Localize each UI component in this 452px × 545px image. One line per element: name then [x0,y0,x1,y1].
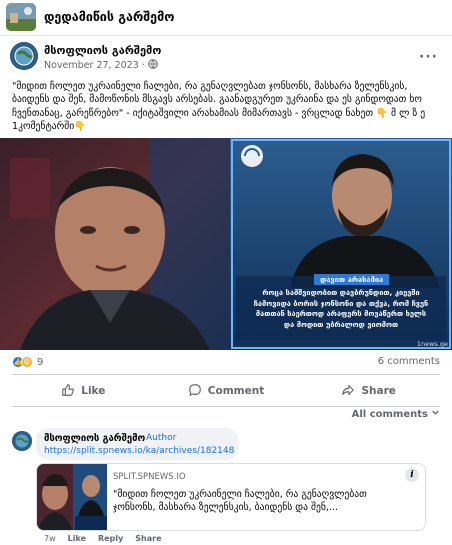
comment-like-button[interactable]: Like [68,534,86,543]
like-button[interactable]: Like [12,376,155,406]
image-caption-name: დავით არახამია [314,274,390,285]
image-caption-line: როცა სამშვიდობით დავბრუნდით, კიევში [262,288,420,297]
post-action-bar: Like Comment Share [12,376,440,406]
group-title[interactable]: დედამიწის გარშემო [44,9,174,24]
author-badge: Author [146,433,177,443]
image-caption-line: და მოდით უბრალოდ ვიომოთ [283,319,399,329]
comments-count[interactable]: 6 comments [378,356,440,367]
more-options-icon[interactable]: ··· [419,49,438,65]
info-icon[interactable]: i [405,468,419,482]
link-preview-card[interactable]: SPLIT.SPNEWS.IO "მიდით ჩოლეთ უკრაინელი ჩ… [36,463,426,531]
post-image[interactable]: დავით არახამია როცა სამშვიდობით დავბრუნდ… [0,138,452,350]
group-header-bar: დედამიწის გარშემო [0,0,452,36]
image-watermark: 1news.ge [416,340,448,348]
comment-share-button[interactable]: Share [135,534,161,543]
chevron-down-icon [431,408,440,420]
angry-reaction-icon: 😡 [21,356,33,368]
author-avatar[interactable] [10,42,38,70]
share-icon [341,383,355,400]
comment-actions: 7w Like Reply Share [44,534,162,543]
post-meta: November 27, 2023 · [44,59,158,72]
comment-timestamp[interactable]: 7w [44,534,56,543]
group-cover-thumbnail[interactable] [6,3,36,31]
image-caption: როცა სამშვიდობით დავბრუნდით, კიევში ჩამო… [238,288,444,330]
image-caption-line: მათთან საერთოდ არაფერს მოვაწერთ ხელს [255,309,427,319]
comment-author[interactable]: მსოფლიოს გარშემო [44,433,145,444]
post-author-name[interactable]: მსოფლიოს გარშემო [44,44,161,57]
comment-button[interactable]: Comment [155,376,298,406]
reactions-count: 9 [37,356,44,368]
post-date[interactable]: November 27, 2023 · [44,60,145,71]
reaction-icons: 👍 😡 [12,356,33,368]
comment-bubble: მსოფლიოს გარშემო Author https://split.sp… [36,428,238,460]
like-label: Like [81,385,106,397]
comment-icon [188,383,202,400]
all-comments-dropdown[interactable]: All comments [352,408,440,420]
comment-link[interactable]: https://split.spnews.io/ka/archives/1821… [44,446,234,456]
all-comments-label: All comments [351,408,428,420]
divider [12,406,440,407]
link-preview-title: "მიდით ჩოლეთ უკრაინელი ჩალები, რა გენაღვ… [113,489,367,513]
globe-icon [147,59,158,72]
link-preview-domain: SPLIT.SPNEWS.IO [113,472,186,482]
reactions-summary[interactable]: 👍 😡 9 [12,356,43,368]
share-label: Share [361,385,396,397]
commenter-avatar[interactable] [12,431,32,451]
thumbs-up-icon [61,383,75,400]
image-caption-line: ჩამოვიდა ბორის ჯონსონი და თქვა, რომ ჩვენ [253,298,429,308]
post-header: მსოფლიოს გარშემო November 27, 2023 · ··· [0,36,452,76]
comment-reply-button[interactable]: Reply [98,534,123,543]
share-button[interactable]: Share [297,376,440,406]
divider [12,374,440,375]
link-preview-image [37,464,107,530]
post-text: "მიდით ჩოლეთ უკრაინელი ჩალები, რა გენაღვ… [12,81,426,132]
comment-label: Comment [207,385,265,397]
